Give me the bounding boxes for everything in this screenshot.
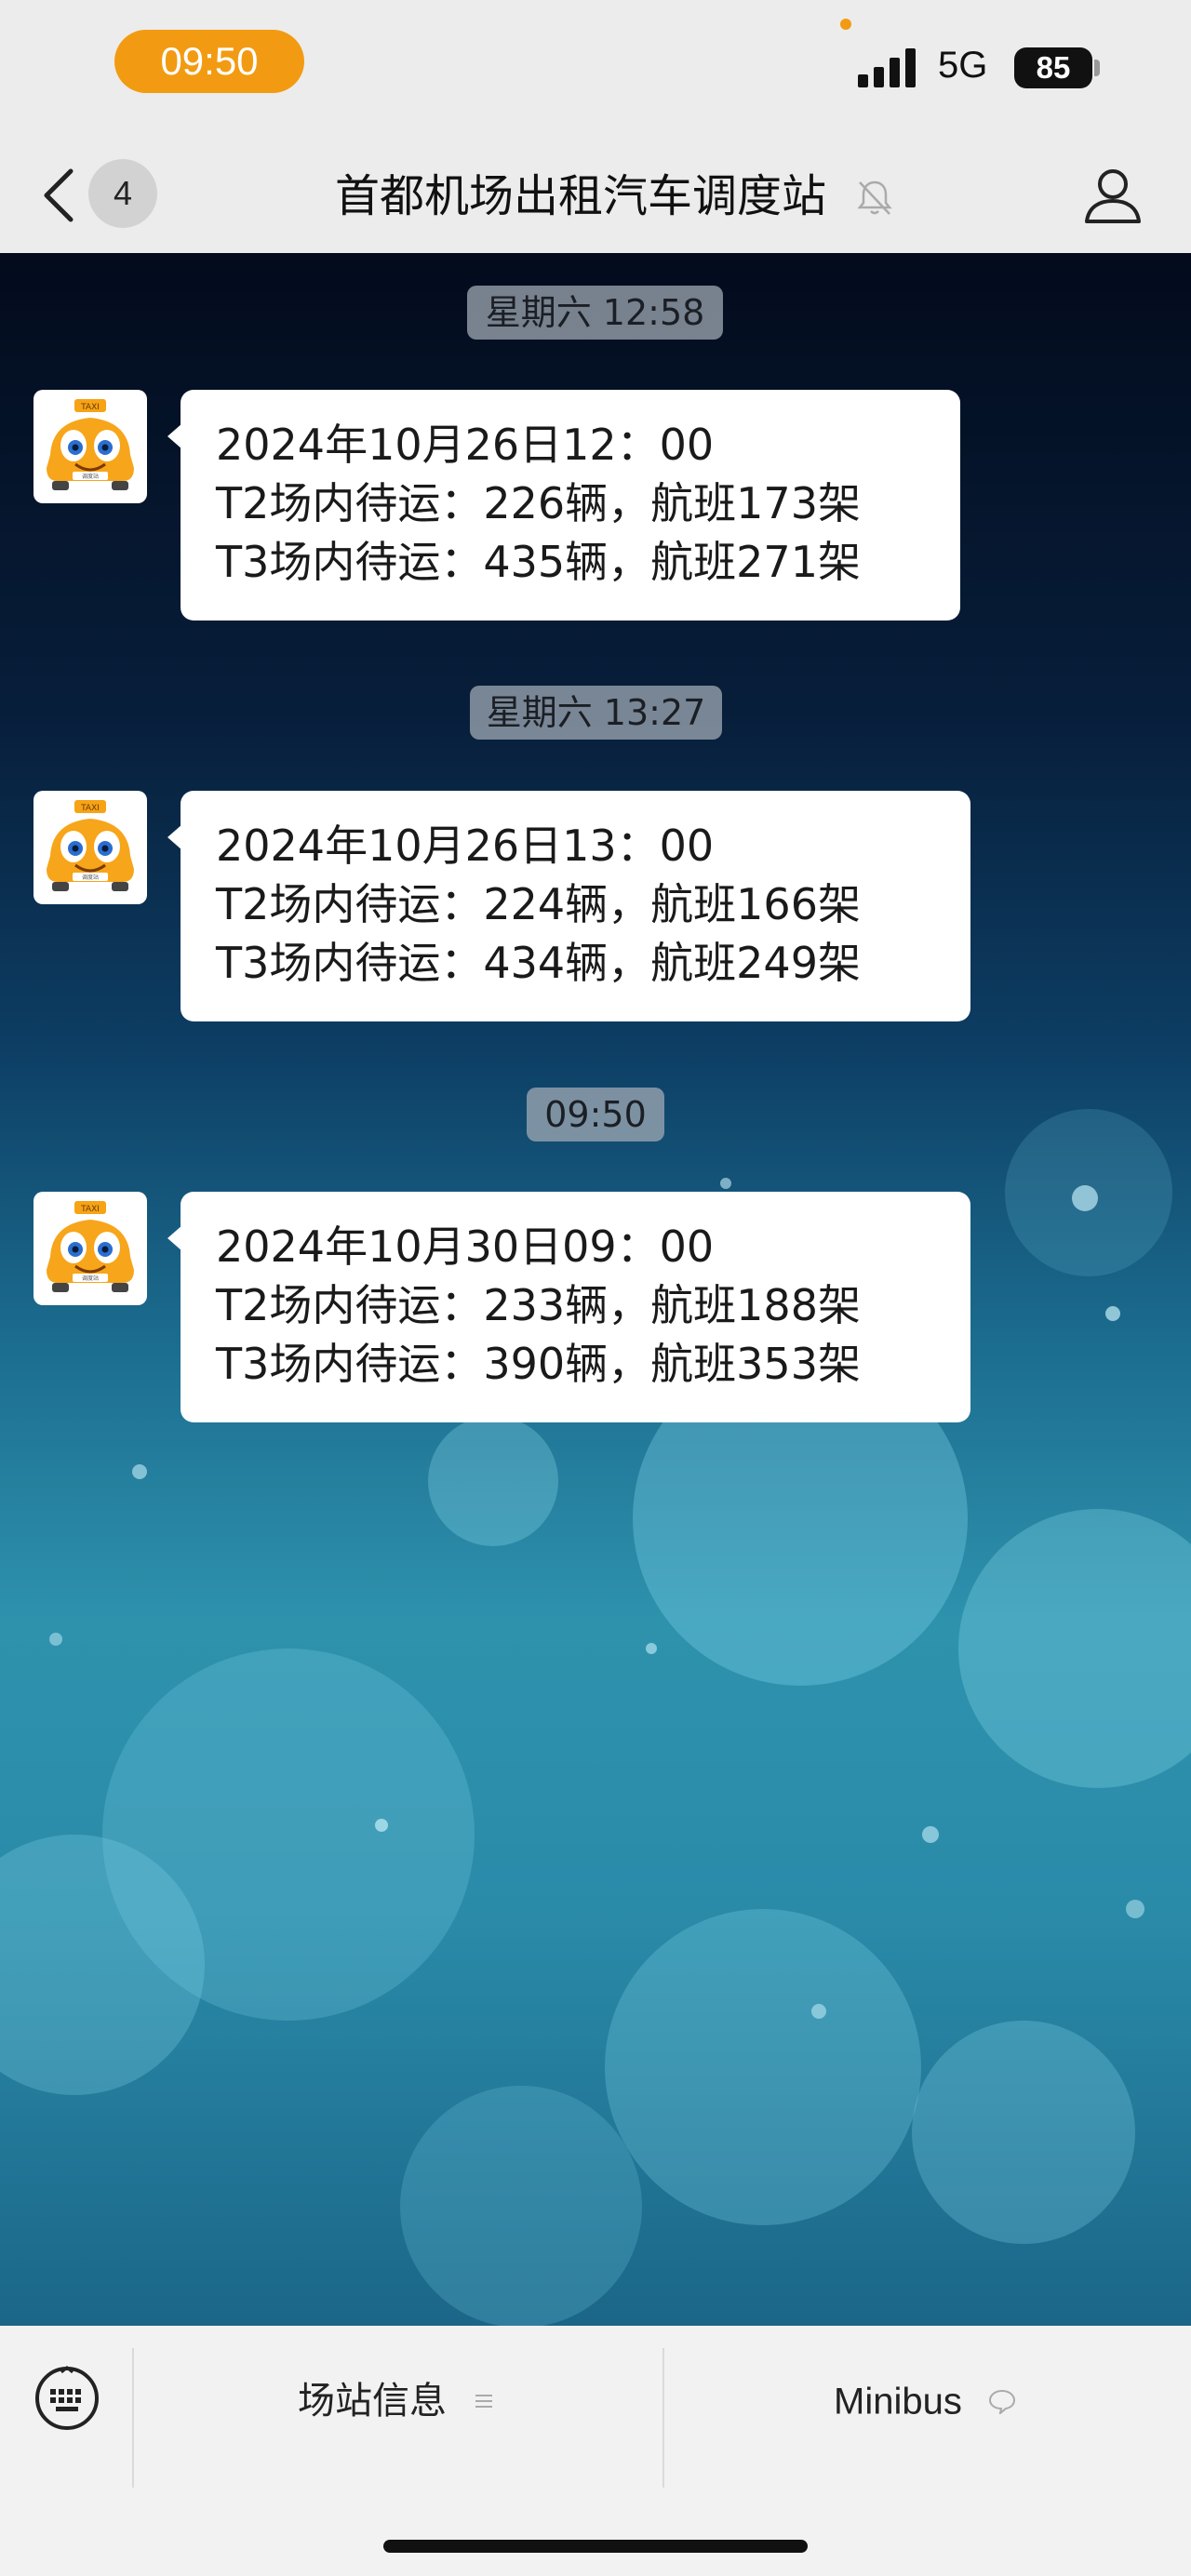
sender-avatar[interactable]: TAXI 调度站 bbox=[33, 1192, 147, 1305]
taxi-plate-text: 调度站 bbox=[82, 1275, 99, 1282]
message-text-line: T2场内待运：224辆，航班166架 bbox=[216, 879, 861, 929]
taxi-sign-text: TAXI bbox=[80, 804, 100, 813]
message-text-line: T2场内待运：233辆，航班188架 bbox=[216, 1280, 861, 1330]
message-timestamp: 星期六 13:27 bbox=[470, 686, 722, 740]
message-timestamp: 星期六 12:58 bbox=[467, 286, 723, 340]
signal-strength-icon bbox=[858, 48, 916, 87]
menu-item-station-info[interactable]: 场站信息 bbox=[298, 2367, 494, 2432]
battery-cap bbox=[1094, 60, 1100, 76]
nav-bar: 4 首都机场出租汽车调度站 bbox=[0, 140, 1191, 253]
message-text-line: T3场内待运：390辆，航班353架 bbox=[216, 1339, 861, 1389]
message-text-line: T2场内待运：226辆，航班173架 bbox=[216, 478, 861, 528]
message-bubble[interactable]: 2024年10月30日09：00 T2场内待运：233辆，航班188架 T3场内… bbox=[167, 1192, 970, 1422]
sender-avatar[interactable]: TAXI 调度站 bbox=[33, 390, 147, 503]
battery-level: 85 bbox=[1036, 50, 1071, 85]
status-time[interactable]: 09:50 bbox=[114, 30, 304, 93]
message-text-line: T3场内待运：434辆，航班249架 bbox=[216, 938, 861, 988]
chat-area[interactable]: 星期六 12:58 TAXI 调度站 2024年10月26日12：00 T2场内… bbox=[0, 253, 1191, 2326]
chat-title: 首都机场出租汽车调度站 bbox=[335, 170, 827, 222]
taxi-avatar-icon: TAXI 调度站 bbox=[47, 399, 134, 490]
taxi-plate-text: 调度站 bbox=[82, 874, 99, 881]
taxi-sign-text: TAXI bbox=[80, 1205, 100, 1214]
home-indicator[interactable] bbox=[383, 2540, 808, 2553]
unread-count-badge[interactable]: 4 bbox=[88, 159, 157, 228]
message-timestamp: 09:50 bbox=[527, 1088, 664, 1141]
menu-divider bbox=[132, 2348, 134, 2488]
message-bubble[interactable]: 2024年10月26日13：00 T2场内待运：224辆，航班166架 T3场内… bbox=[167, 791, 970, 1021]
taxi-sign-text: TAXI bbox=[80, 403, 100, 412]
profile-icon[interactable] bbox=[1079, 162, 1146, 229]
taxi-plate-text: 调度站 bbox=[82, 473, 99, 480]
menu-item-label: 场站信息 bbox=[298, 2380, 447, 2423]
bottom-menu-bar: 场站信息 Minibus bbox=[0, 2326, 1191, 2576]
message-text-line: 2024年10月30日09：00 bbox=[216, 1221, 715, 1272]
menu-item-label: Minibus bbox=[834, 2381, 962, 2423]
taxi-avatar-icon: TAXI 调度站 bbox=[47, 1201, 134, 1292]
network-type: 5G bbox=[938, 45, 988, 86]
message-text-line: 2024年10月26日13：00 bbox=[216, 821, 715, 871]
back-arrow-icon[interactable] bbox=[37, 162, 82, 229]
keyboard-icon[interactable] bbox=[33, 2365, 100, 2432]
privacy-indicator-dot bbox=[840, 19, 851, 30]
message-text-line: T3场内待运：435辆，航班271架 bbox=[216, 537, 861, 587]
message-text-line: 2024年10月26日12：00 bbox=[216, 420, 715, 470]
chat-bubble-icon bbox=[988, 2390, 1015, 2417]
mute-bell-icon bbox=[857, 180, 892, 215]
taxi-avatar-icon: TAXI 调度站 bbox=[47, 800, 134, 891]
menu-item-minibus[interactable]: Minibus bbox=[834, 2367, 1017, 2432]
menu-divider bbox=[662, 2348, 664, 2488]
battery-icon: 85 bbox=[1014, 47, 1092, 88]
menu-list-icon bbox=[475, 2395, 492, 2408]
message-bubble[interactable]: 2024年10月26日12：00 T2场内待运：226辆，航班173架 T3场内… bbox=[167, 390, 960, 621]
sender-avatar[interactable]: TAXI 调度站 bbox=[33, 791, 147, 904]
status-bar: 09:50 5G 85 bbox=[0, 0, 1191, 140]
